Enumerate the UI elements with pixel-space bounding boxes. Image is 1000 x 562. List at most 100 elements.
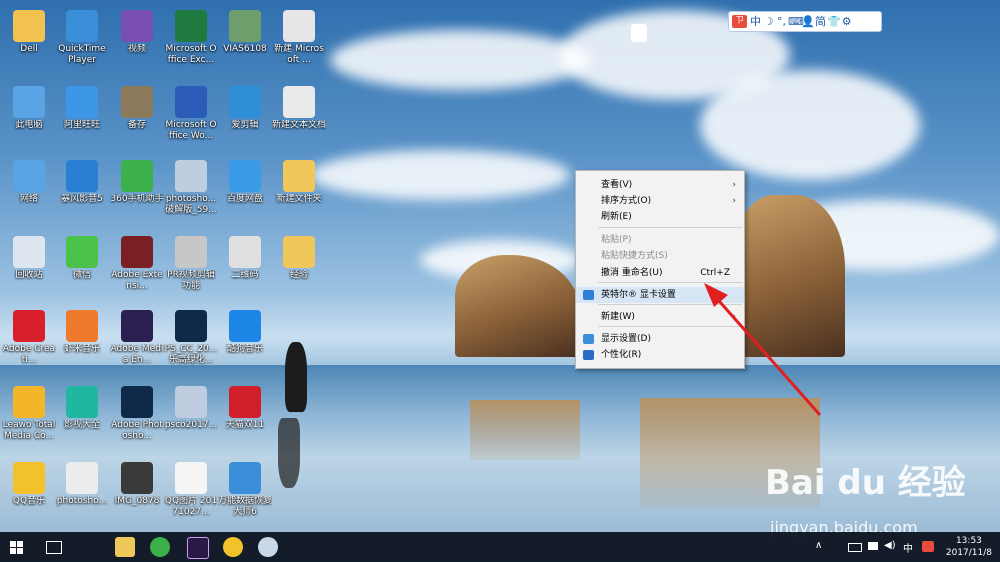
qqmusic-icon[interactable]: [223, 537, 243, 557]
runner-silhouette: [285, 342, 307, 412]
desktop-icon[interactable]: psco2017...: [164, 382, 218, 456]
app-icon: [66, 310, 98, 342]
desktop-icon[interactable]: 二维码: [218, 232, 272, 306]
ime-toolbar-item[interactable]: 👕: [827, 12, 841, 31]
desktop-icon[interactable]: 虾米音乐: [55, 306, 109, 380]
context-menu-item[interactable]: 排序方式(O) ›: [576, 193, 744, 209]
premiere-icon[interactable]: [187, 537, 209, 559]
taskbar-clock[interactable]: 13:53 2017/11/8: [946, 535, 992, 559]
desktop-icon[interactable]: 爱剪辑: [218, 82, 272, 156]
ime-toolbar[interactable]: ㄗ中 ☽ °, ⌨👤简👕⚙: [728, 11, 882, 32]
ime-toolbar-item[interactable]: ⚙: [840, 12, 853, 31]
desktop-icon[interactable]: 酷狗音乐: [218, 306, 272, 380]
menu-item-label: 刷新(E): [601, 212, 632, 222]
desktop-icon[interactable]: photosho... 破解版_59...: [164, 156, 218, 230]
app-icon: [175, 236, 207, 268]
app-icon: [13, 236, 45, 268]
app-icon: [283, 86, 315, 118]
browser-360-icon[interactable]: [150, 537, 170, 557]
runner-reflection: [278, 418, 300, 488]
tray-chevron-icon[interactable]: ∧: [815, 540, 822, 551]
tray-ime-lang[interactable]: 中: [903, 540, 913, 555]
desktop-icon[interactable]: Microsoft Office Exc...: [164, 6, 218, 80]
desktop-icon[interactable]: PS_CC_20... 乐高绿化...: [164, 306, 218, 380]
app-icon: [229, 10, 261, 42]
ime-toolbar-item[interactable]: ☽: [762, 12, 775, 31]
desktop-icon-label: 影视大全: [63, 420, 100, 430]
app-icon: [175, 160, 207, 192]
desktop-icon[interactable]: QQ音乐: [2, 458, 56, 532]
paint-icon[interactable]: [258, 537, 278, 557]
desktop-icon[interactable]: 影视大全: [55, 382, 109, 456]
app-icon: [121, 86, 153, 118]
desktop-icon-label: Microsoft Office Exc...: [165, 44, 217, 65]
desktop-icon[interactable]: 暴风影音5: [55, 156, 109, 230]
desktop-icon[interactable]: QQ图片 20171027...: [164, 458, 218, 532]
cloud: [700, 70, 920, 180]
desktop-icon-label: 新建 Microsoft ...: [274, 44, 324, 65]
desktop-icon[interactable]: IMG_0878: [110, 458, 164, 532]
desktop-icon[interactable]: QuickTime Player: [55, 6, 109, 80]
tray-battery-icon[interactable]: [848, 543, 862, 552]
desktop-icon[interactable]: 百度网盘: [218, 156, 272, 230]
app-icon: [229, 462, 261, 494]
desktop-icon[interactable]: Leawo Total Media Co...: [2, 382, 56, 456]
desktop-icon[interactable]: Adobe Creati...: [2, 306, 56, 380]
desktop-icon-label: 视频: [127, 44, 146, 54]
ime-toolbar-item[interactable]: °,: [775, 12, 788, 31]
desktop-icon[interactable]: 新建文件夹: [272, 156, 326, 230]
desktop-icon[interactable]: Adobe Media En...: [110, 306, 164, 380]
desktop-icon[interactable]: 阿里旺旺: [55, 82, 109, 156]
app-icon: [66, 10, 98, 42]
desktop-icon[interactable]: 360手机助手: [110, 156, 164, 230]
desktop-icon-label: 备存: [127, 120, 146, 130]
desktop-icon[interactable]: Microsoft Office Wo...: [164, 82, 218, 156]
desktop-icon[interactable]: 网络: [2, 156, 56, 230]
menu-item-icon: [583, 334, 594, 344]
desktop-icon[interactable]: 回收站: [2, 232, 56, 306]
cloud: [330, 30, 590, 90]
desktop-icon[interactable]: 微信: [55, 232, 109, 306]
desktop-icon[interactable]: 新建 Microsoft ...: [272, 6, 326, 80]
menu-separator: [598, 227, 742, 228]
desktop-icon[interactable]: 新建文本文档: [272, 82, 326, 156]
desktop-icon[interactable]: Adobe Extensi...: [110, 232, 164, 306]
floating-shirt-icon[interactable]: [631, 24, 647, 42]
desktop-icon-label: VIAS6108: [223, 44, 267, 54]
tray-volume-icon[interactable]: ◀): [884, 540, 896, 551]
task-view-icon[interactable]: [46, 541, 62, 554]
desktop-icon[interactable]: 备存: [110, 82, 164, 156]
tray-sogou-icon[interactable]: [922, 541, 934, 552]
context-menu-item[interactable]: 粘贴(P): [576, 232, 744, 248]
desktop-icon[interactable]: photosho...: [55, 458, 109, 532]
desktop-icon[interactable]: Adobe Photosho...: [110, 382, 164, 456]
desktop-icon-label: 网络: [19, 194, 38, 204]
context-menu-item[interactable]: 刷新(E): [576, 209, 744, 225]
desktop-icon[interactable]: 万能数据恢复大师6: [218, 458, 272, 532]
menu-item-label: 撤消 重命名(U): [601, 268, 663, 278]
desktop-icon[interactable]: 天猫双11: [218, 382, 272, 456]
start-icon[interactable]: [10, 541, 23, 554]
app-icon: [13, 10, 45, 42]
ime-toolbar-item[interactable]: 中: [749, 12, 762, 31]
desktop-icon[interactable]: 经验: [272, 232, 326, 306]
desktop-icon-label: Microsoft Office Wo...: [165, 120, 217, 141]
ime-toolbar-item[interactable]: 👤: [801, 12, 815, 31]
file-explorer-icon[interactable]: [115, 537, 135, 557]
app-icon: [121, 310, 153, 342]
menu-item-label: 显示设置(D): [601, 334, 651, 344]
ime-toolbar-item[interactable]: 简: [814, 12, 827, 31]
desktop-icon[interactable]: VIAS6108: [218, 6, 272, 80]
menu-item-label: 英特尔® 显卡设置: [601, 290, 676, 300]
ime-toolbar-item[interactable]: ⌨: [788, 12, 804, 31]
sogou-logo-icon[interactable]: ㄗ: [732, 15, 747, 28]
desktop-icon[interactable]: PR视频剪辑 功能: [164, 232, 218, 306]
desktop-icon-label: PS_CC_20... 乐高绿化...: [164, 344, 218, 365]
context-menu-item[interactable]: 查看(V) ›: [576, 177, 744, 193]
tray-message-icon[interactable]: [868, 542, 878, 550]
desktop-icon[interactable]: Dell: [2, 6, 56, 80]
context-menu-item[interactable]: 粘贴快捷方式(S): [576, 248, 744, 264]
desktop-icon[interactable]: 视频: [110, 6, 164, 80]
desktop-icon[interactable]: 此电脑: [2, 82, 56, 156]
app-icon: [13, 462, 45, 494]
